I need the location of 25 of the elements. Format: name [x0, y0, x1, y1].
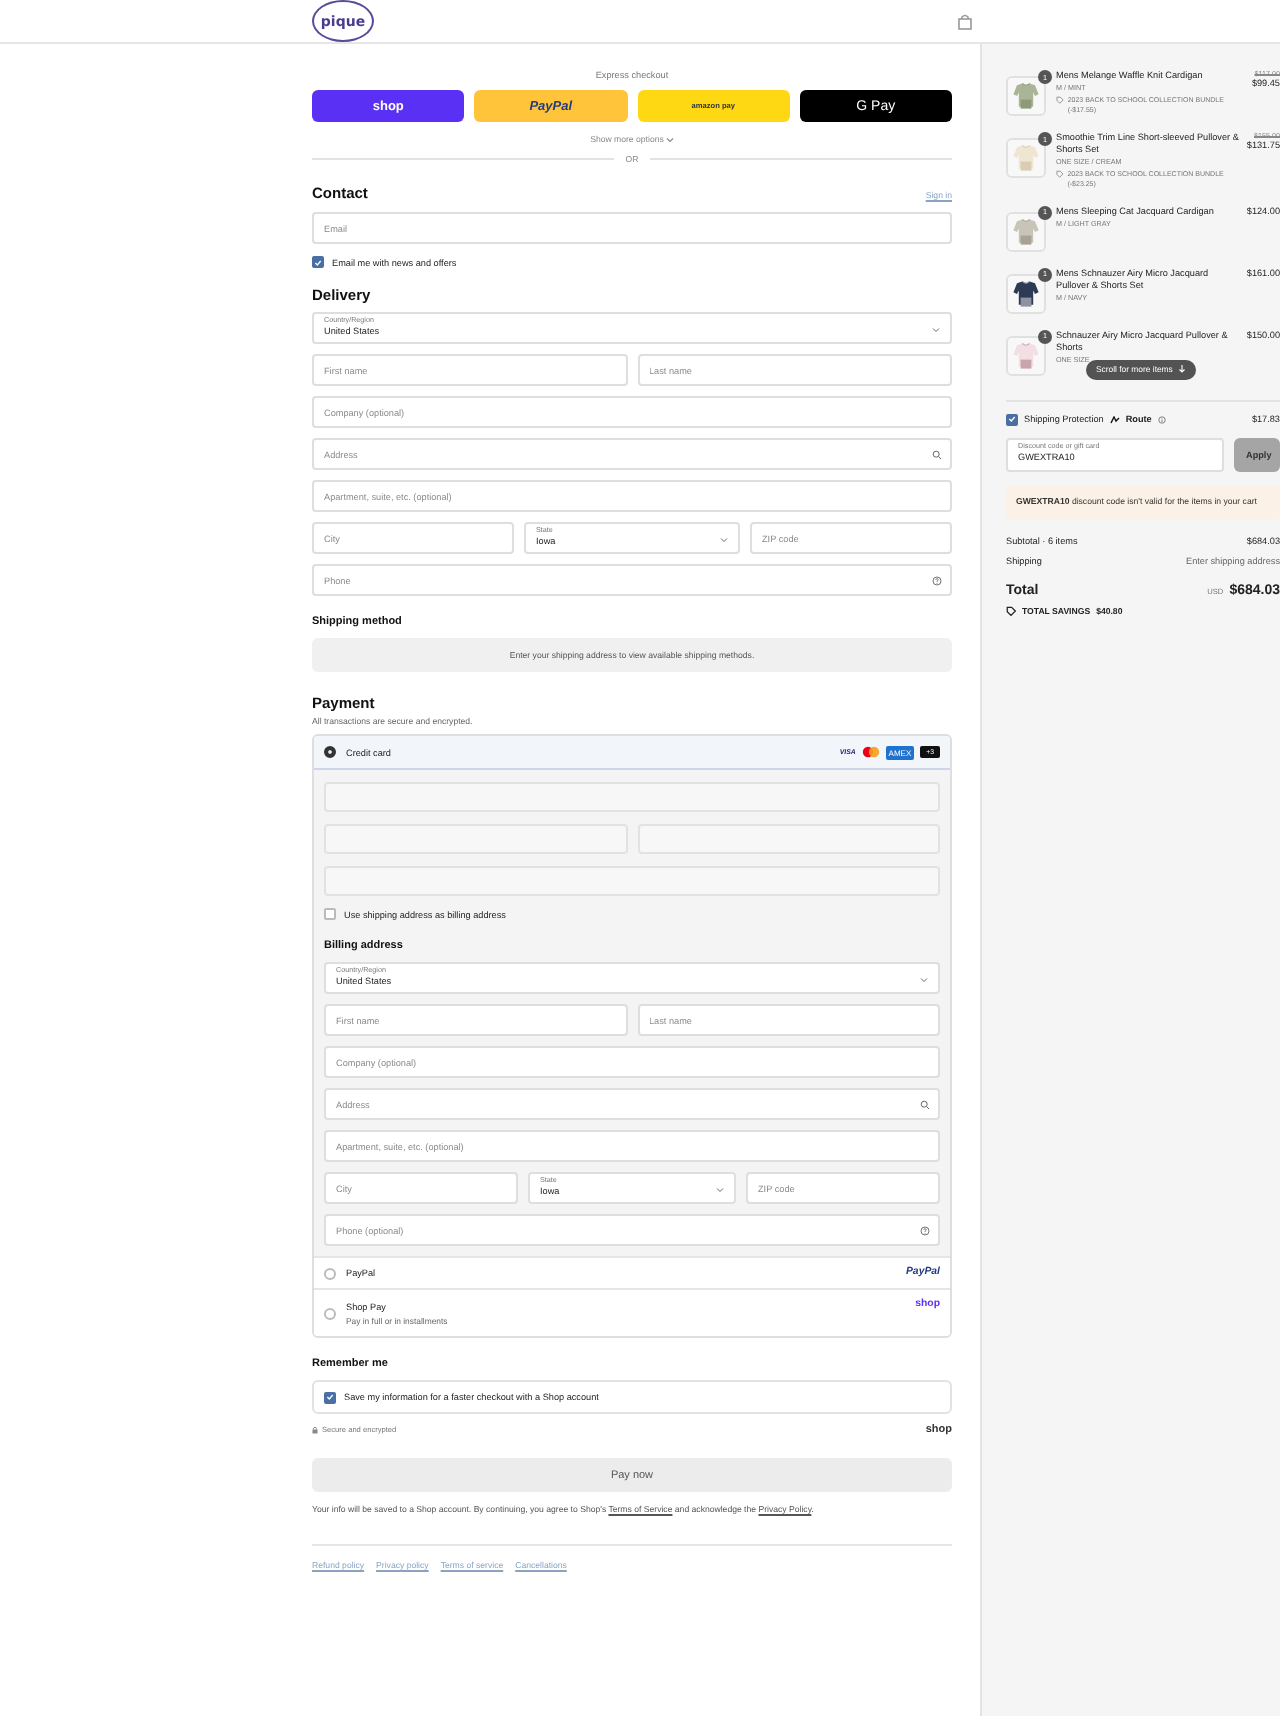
arrow-down-icon: [1178, 364, 1187, 375]
caret-icon[interactable]: [665, 135, 674, 143]
radio-button[interactable]: [324, 1307, 336, 1319]
route-logo-icon: [1109, 415, 1120, 424]
chevron-down-icon: [920, 976, 928, 984]
lock-icon: [312, 1426, 318, 1434]
shopping-bag-icon[interactable]: [958, 13, 972, 29]
tag-icon: [1056, 170, 1064, 179]
chevron-down-icon: [716, 1186, 724, 1194]
mastercard-icon: [861, 746, 880, 758]
tag-icon: [1006, 605, 1016, 616]
tag-icon: [1056, 96, 1064, 105]
checkbox[interactable]: [312, 256, 324, 268]
checkbox[interactable]: [1006, 413, 1018, 426]
checkbox[interactable]: [324, 908, 336, 920]
chevron-down-icon: [932, 326, 940, 334]
radio-button[interactable]: [324, 1267, 336, 1279]
radio-button[interactable]: [324, 746, 336, 758]
chevron-down-icon: [720, 536, 728, 544]
help-icon[interactable]: [932, 575, 942, 585]
info-icon[interactable]: [1157, 415, 1166, 424]
search-icon[interactable]: [920, 1099, 930, 1109]
search-icon[interactable]: [932, 449, 942, 459]
help-icon[interactable]: [920, 1225, 930, 1235]
checkbox[interactable]: [324, 1391, 336, 1403]
